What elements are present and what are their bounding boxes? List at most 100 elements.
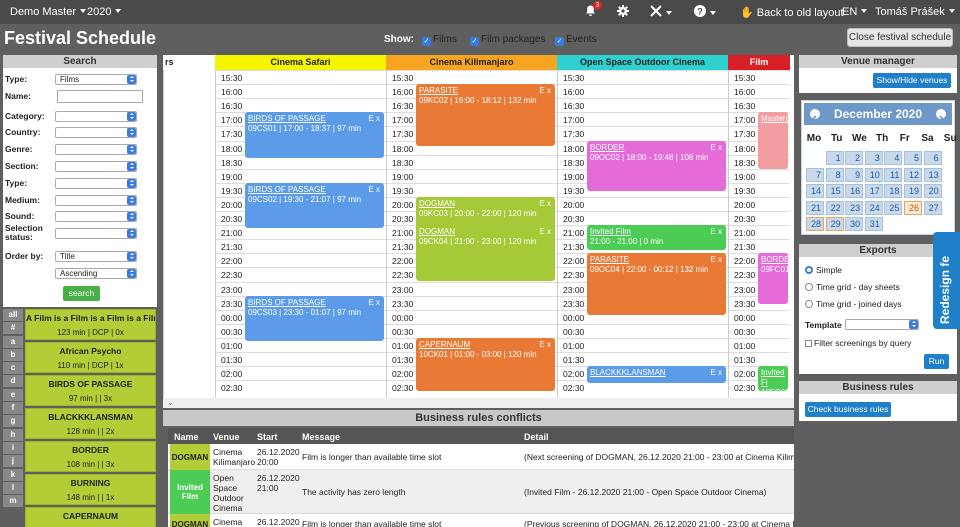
event-edit-remove-icons[interactable]: E x — [710, 368, 722, 378]
calendar-day[interactable]: 16 — [845, 184, 864, 198]
calendar-day[interactable]: 2 — [845, 151, 864, 165]
event-edit-remove-icons[interactable]: E x — [368, 298, 380, 308]
search-select[interactable] — [55, 228, 137, 239]
close-festival-schedule-button[interactable]: Close festival schedule — [847, 28, 953, 47]
calendar-day[interactable]: 20 — [923, 184, 942, 198]
search-select[interactable]: Title — [55, 251, 137, 262]
year-selector[interactable]: 2020 — [87, 6, 122, 18]
film-card[interactable]: BORDER 108 min | | 3x — [25, 441, 156, 472]
next-month-button[interactable] — [936, 109, 946, 123]
filter-film-packages-toggle[interactable]: ✓ Film packages — [467, 30, 549, 49]
calendar-day[interactable]: 31 — [864, 217, 883, 231]
filter-events-toggle[interactable]: ✓ Events — [552, 30, 601, 49]
export-option-joined-days[interactable]: Time grid - joined days — [805, 299, 902, 309]
letter-filter-button[interactable]: k — [3, 468, 23, 481]
notifications-button[interactable]: 3 — [585, 1, 602, 20]
letter-filter-button[interactable]: all — [3, 309, 23, 321]
schedule-event[interactable]: BLACKKKLANSMAN E x — [587, 366, 726, 383]
schedule-event[interactable]: CAPERNAUM 10CK01 | 01:00 - 03:00 | 120 mi… — [416, 337, 555, 392]
calendar-day[interactable]: 25 — [884, 200, 903, 215]
schedule-event[interactable]: Invited Film 21:00 - 21:00 | 0 min E x — [587, 225, 726, 251]
schedule-event[interactable]: Invited Fi10FC01 — [758, 366, 788, 392]
letter-filter-button[interactable]: b — [3, 348, 23, 361]
calendar-day[interactable]: 4 — [884, 151, 903, 165]
export-option-simple[interactable]: Simple — [805, 265, 842, 275]
film-card[interactable]: BLACKKKLANSMAN 128 min | | 2x — [25, 408, 156, 439]
template-select[interactable] — [845, 319, 919, 330]
letter-filter-button[interactable]: h — [3, 428, 23, 441]
search-select[interactable] — [55, 195, 137, 206]
conflict-row[interactable]: DOGMAN Cinema 26.12.2020 Film is longer tha… — [168, 514, 794, 527]
schedule-event[interactable]: DOGMAN 09CK04 | 21:00 - 23:00 | 120 min E … — [416, 225, 555, 282]
conflict-row[interactable]: DOGMAN Cinema Kilimanjaro 26.12.2020 20:00… — [168, 444, 794, 470]
calendar-day[interactable]: 21 — [806, 200, 824, 215]
search-name-input[interactable] — [57, 90, 143, 103]
calendar-day[interactable]: 3 — [864, 151, 883, 165]
letter-filter-button[interactable]: j — [3, 455, 23, 468]
filter-films-toggle[interactable]: ✓ Films — [419, 30, 461, 49]
tools-menu[interactable] — [650, 5, 672, 20]
org-selector[interactable]: Demo Master — [10, 6, 87, 18]
venue-column[interactable] — [163, 70, 215, 398]
schedule-event[interactable]: BIRDS OF PASSAGE 09CS02 | 19:30 - 21:07 |… — [245, 182, 384, 229]
event-edit-remove-icons[interactable]: E x — [539, 86, 551, 96]
event-edit-remove-icons[interactable]: E x — [710, 255, 722, 265]
schedule-event[interactable]: BIRDS OF PASSAGE 09CS03 | 23:30 - 01:07 |… — [245, 295, 384, 342]
calendar-day[interactable]: 30 — [845, 217, 864, 231]
film-card[interactable]: A Film is a Film is a Film is a Film 123 … — [25, 309, 156, 340]
calendar-day[interactable]: 26 — [904, 200, 922, 215]
prev-month-button[interactable] — [810, 109, 820, 123]
calendar-day[interactable]: 27 — [923, 200, 942, 215]
calendar-day[interactable]: 29 — [825, 217, 844, 231]
film-card[interactable]: BURNING 148 min | | 1x — [25, 474, 156, 505]
calendar-day[interactable]: 19 — [904, 184, 922, 198]
calendar-day[interactable]: 28 — [806, 217, 824, 231]
film-card[interactable]: African Psycho 110 min | DCP | 1x — [25, 342, 156, 373]
event-edit-remove-icons[interactable]: E x — [368, 185, 380, 195]
conflict-row[interactable]: Invited Film Open Space Outdoor Cinema 26.… — [168, 470, 794, 514]
calendar-day[interactable]: 24 — [864, 200, 883, 215]
back-to-old-layout-link[interactable]: ✋ Back to old layout — [740, 6, 844, 19]
calendar-day[interactable]: 8 — [825, 167, 844, 182]
search-select[interactable] — [55, 111, 137, 122]
calendar-day[interactable]: 11 — [884, 167, 903, 182]
event-edit-remove-icons[interactable]: E x — [710, 143, 722, 153]
grid-collapse-bar[interactable]: ⌄ — [163, 398, 794, 408]
check-business-rules-button[interactable]: Check business rules — [805, 402, 891, 417]
schedule-event[interactable]: BORDER 09OC02 | 18:00 - 19:48 | 108 min E … — [587, 140, 726, 192]
schedule-event[interactable]: BORDER09FC01 — [758, 253, 788, 305]
search-select[interactable] — [55, 161, 137, 172]
letter-filter-button[interactable]: a — [3, 335, 23, 348]
show-hide-venues-button[interactable]: Show/Hide venues — [873, 73, 951, 88]
redesign-feedback-tab[interactable]: Redesign fe — [933, 232, 960, 329]
search-select[interactable] — [55, 211, 137, 222]
film-card[interactable]: BIRDS OF PASSAGE 97 min | | 3x — [25, 375, 156, 406]
user-menu[interactable]: Tomáš Prášek — [875, 6, 955, 18]
letter-filter-button[interactable]: c — [3, 362, 23, 375]
calendar-day[interactable]: 10 — [864, 167, 883, 182]
letter-filter-button[interactable]: # — [3, 322, 23, 335]
settings-button[interactable] — [617, 5, 629, 20]
calendar-day[interactable]: 12 — [904, 167, 922, 182]
film-card[interactable]: CAPERNAUM120 min | | 1x — [25, 507, 156, 527]
calendar-day[interactable]: 5 — [904, 151, 922, 165]
calendar-day[interactable]: 15 — [825, 184, 844, 198]
letter-filter-button[interactable]: m — [3, 495, 23, 508]
schedule-event[interactable]: BIRDS OF PASSAGE 09CS01 | 17:00 - 18:37 |… — [245, 112, 384, 158]
calendar-day[interactable]: 6 — [923, 151, 942, 165]
calendar-day[interactable]: 9 — [845, 167, 864, 182]
schedule-event[interactable]: Masterclas — [758, 112, 788, 169]
calendar-day[interactable]: 22 — [825, 200, 844, 215]
export-option-day-sheets[interactable]: Time grid - day sheets — [805, 282, 900, 292]
search-select[interactable]: Films — [55, 74, 137, 85]
letter-filter-button[interactable]: l — [3, 481, 23, 494]
help-menu[interactable]: ? — [694, 5, 716, 20]
search-button[interactable]: search — [63, 286, 100, 301]
event-edit-remove-icons[interactable]: E x — [539, 227, 551, 237]
language-selector[interactable]: EN — [842, 6, 868, 18]
search-select[interactable] — [55, 178, 137, 189]
letter-filter-button[interactable]: i — [3, 441, 23, 454]
search-select[interactable] — [55, 127, 137, 138]
event-edit-remove-icons[interactable]: E x — [539, 340, 551, 350]
event-edit-remove-icons[interactable]: E x — [539, 199, 551, 209]
